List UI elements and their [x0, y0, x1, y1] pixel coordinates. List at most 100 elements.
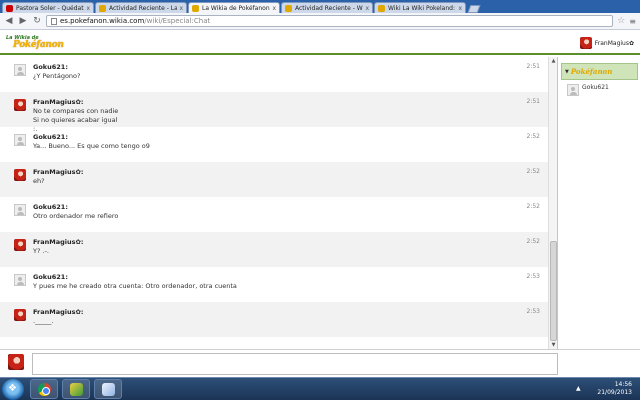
app-icon [70, 383, 83, 396]
close-tab-icon[interactable]: x [272, 5, 276, 12]
message-username[interactable]: FranMagius✿: [33, 98, 84, 106]
page-icon [51, 17, 57, 25]
browser-tab[interactable]: Wiki La Wiki Pokeland: B...x [374, 2, 466, 13]
chat-messages: Goku621: 2:51 ¿Y Pentágono? FranMagius✿: 2:5… [0, 57, 558, 349]
taskbar-app-2[interactable] [62, 379, 90, 399]
favicon-icon [99, 4, 106, 12]
user-list-item[interactable]: Goku621 [567, 84, 609, 96]
avatar[interactable] [14, 239, 26, 251]
bookmark-star-icon[interactable]: ☆ [617, 16, 625, 26]
avatar[interactable] [14, 204, 26, 216]
favicon-icon [378, 4, 385, 12]
reload-icon[interactable]: ↻ [32, 16, 42, 26]
avatar[interactable] [14, 99, 26, 111]
tab-label: Pastora Soler - Quédate C... [16, 4, 84, 12]
taskbar-app-3[interactable] [94, 379, 122, 399]
favicon-icon [6, 4, 13, 12]
chat-scrollbar[interactable]: ▲ ▼ [548, 57, 557, 349]
start-button[interactable] [2, 379, 24, 400]
avatar[interactable] [14, 309, 26, 321]
tab-label: Actividad Reciente - Wiki... [295, 4, 363, 12]
message-line: Otro ordenador me refiero [33, 212, 119, 220]
scroll-down-icon[interactable]: ▼ [549, 341, 557, 349]
message-username[interactable]: FranMagius✿: [33, 238, 84, 246]
avatar[interactable] [14, 169, 26, 181]
scrollbar-thumb[interactable] [550, 241, 557, 341]
close-tab-icon[interactable]: x [458, 5, 462, 12]
browser-tab[interactable]: La Wikia de Pokéfanon: B...x [188, 2, 280, 13]
wiki-room-label: Pokéfanon [570, 67, 613, 76]
new-tab-button[interactable] [467, 5, 481, 13]
browser-tab[interactable]: Pastora Soler - Quédate C...x [2, 2, 94, 13]
message-body: Ya... Bueno... Es que como tengo o9 [33, 142, 150, 151]
avatar [579, 37, 592, 49]
forward-icon[interactable]: ▶ [18, 16, 28, 26]
message-time: 2:52 [526, 238, 540, 245]
logo-title: Pokéfanon [13, 40, 64, 50]
wiki-room-row[interactable]: ▼ Pokéfanon [561, 63, 638, 80]
message-body: Y pues me he creado otra cuenta: Otro or… [33, 282, 237, 291]
message-username[interactable]: Goku621: [33, 203, 68, 211]
message-line: Y? .-. [33, 247, 49, 255]
wiki-logo[interactable]: La Wikia de Pokéfanon [6, 35, 66, 52]
collapse-triangle-icon[interactable]: ▼ [565, 69, 569, 75]
browser-tab[interactable]: Actividad Reciente - Wiki...x [281, 2, 373, 13]
close-tab-icon[interactable]: x [86, 5, 90, 12]
message-line: ._____. [33, 317, 54, 325]
message-time: 2:51 [526, 98, 540, 105]
chat-message: FranMagius✿: 2:52 eh? [0, 162, 548, 197]
message-time: 2:52 [526, 133, 540, 140]
user-list-name: Goku621 [582, 83, 609, 91]
current-user-name: FranMagius✿ [594, 39, 634, 47]
message-line: Y pues me he creado otra cuenta: Otro or… [33, 282, 237, 290]
avatar[interactable] [14, 64, 26, 76]
message-body: Y? .-. [33, 247, 49, 256]
browser-toolbar: ◀ ▶ ↻ es.pokefanon.wikia.com/wiki/Especi… [0, 13, 640, 30]
avatar [8, 354, 24, 370]
message-line: Si no quieres acabar igual [33, 116, 118, 124]
avatar [567, 84, 579, 96]
address-bar[interactable]: es.pokefanon.wikia.com/wiki/Especial:Cha… [46, 15, 614, 27]
user-list: ▼ Pokéfanon Goku621 [559, 57, 640, 349]
chat-message: FranMagius✿: 2:53 ._____. [0, 302, 548, 337]
back-icon[interactable]: ◀ [4, 16, 14, 26]
message-time: 2:52 [526, 203, 540, 210]
taskbar-chrome[interactable] [30, 379, 58, 399]
clock-time: 14:56 [614, 381, 632, 388]
browser-tabstrip: Pastora Soler - Quédate C...xActividad R… [0, 0, 640, 13]
chat-message: Goku621: 2:52 Ya... Bueno... Es que como t… [0, 127, 548, 162]
message-body: ¿Y Pentágono? [33, 72, 80, 81]
taskbar: ▲ 14:56 21/09/2013 [0, 377, 640, 400]
browser-tab[interactable]: Actividad Reciente - La Wi...x [95, 2, 187, 13]
chat-message: Goku621: 2:51 ¿Y Pentágono? [0, 57, 548, 92]
message-username[interactable]: Goku621: [33, 63, 68, 71]
message-time: 2:53 [526, 273, 540, 280]
tab-label: Wiki La Wiki Pokeland: B... [388, 4, 456, 12]
message-input[interactable] [32, 353, 558, 375]
chat-message: FranMagius✿: 2:52 Y? .-. [0, 232, 548, 267]
avatar[interactable] [14, 134, 26, 146]
chat-message: FranMagius✿: 2:51 No te compares con nadie… [0, 92, 548, 133]
message-username[interactable]: Goku621: [33, 273, 68, 281]
tab-label: La Wikia de Pokéfanon: B... [202, 4, 271, 12]
tray-expand-icon[interactable]: ▲ [576, 385, 581, 392]
chat-message: Goku621: 2:52 Otro ordenador me refiero [0, 197, 548, 232]
current-user[interactable]: FranMagius✿ [579, 37, 634, 49]
close-tab-icon[interactable]: x [179, 5, 183, 12]
favicon-icon [285, 4, 292, 12]
avatar[interactable] [14, 274, 26, 286]
message-username[interactable]: FranMagius✿: [33, 308, 84, 316]
paint-icon [102, 383, 115, 396]
scroll-up-icon[interactable]: ▲ [549, 57, 557, 65]
chrome-icon [38, 383, 51, 396]
close-tab-icon[interactable]: x [365, 5, 369, 12]
menu-icon[interactable]: ≡ [629, 17, 636, 26]
message-body: Otro ordenador me refiero [33, 212, 118, 221]
message-body: eh? [33, 177, 45, 186]
address-host: es.pokefanon.wikia.com [60, 17, 145, 25]
message-time: 2:51 [526, 63, 540, 70]
message-username[interactable]: FranMagius✿: [33, 168, 84, 176]
clock[interactable]: 14:56 21/09/2013 [597, 381, 632, 397]
message-body: ._____. [33, 317, 53, 326]
message-username[interactable]: Goku621: [33, 133, 68, 141]
